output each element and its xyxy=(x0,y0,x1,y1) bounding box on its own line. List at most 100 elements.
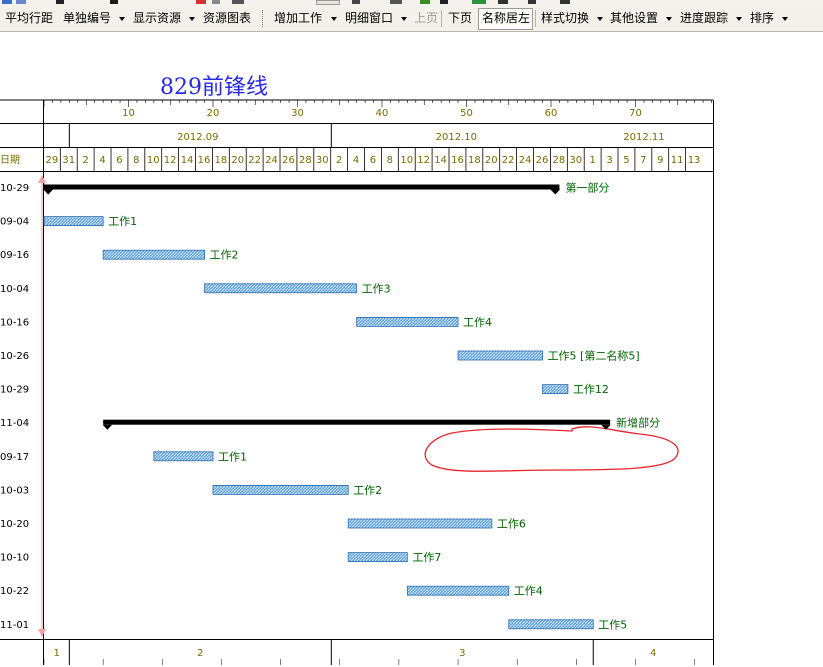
add-work-menu[interactable]: 增加工作 xyxy=(274,7,322,30)
chevron-down-icon xyxy=(119,17,125,21)
chevron-down-icon xyxy=(597,17,603,21)
chevron-down-icon xyxy=(331,17,337,21)
task-bar[interactable] xyxy=(508,619,594,630)
ruler-label: 30 xyxy=(291,108,304,119)
day-label: 24 xyxy=(519,155,532,166)
resource-chart-button[interactable]: 资源图表 xyxy=(203,7,251,30)
row-date: 10-29 xyxy=(0,183,29,194)
summary-label: 新增部分 xyxy=(616,416,660,430)
row-date: 09-16 xyxy=(0,250,29,261)
task-bar[interactable] xyxy=(347,518,493,529)
task-label: 工作4 xyxy=(514,585,543,598)
ruler-label: 70 xyxy=(629,108,642,119)
ruler-label: 60 xyxy=(545,108,558,119)
row-date: 09-04 xyxy=(0,217,29,228)
summary-start-marker xyxy=(102,424,113,430)
day-label: 22 xyxy=(248,155,261,166)
avg-line-spacing-button[interactable]: 平均行距 xyxy=(5,7,53,30)
day-label: 6 xyxy=(370,155,376,166)
day-label: 30 xyxy=(316,155,329,166)
task-label: 工作12 xyxy=(573,383,609,396)
bottom-scale-label: 2 xyxy=(197,648,203,659)
row-date: 11-01 xyxy=(0,620,29,631)
day-label: 20 xyxy=(485,155,498,166)
task-label: 工作2 xyxy=(210,249,239,262)
day-label: 28 xyxy=(552,155,565,166)
today-arrow-up-icon xyxy=(38,175,46,183)
task-label: 工作5 [第二名称5] xyxy=(548,349,640,363)
summary-bar[interactable] xyxy=(44,184,560,190)
day-label: 16 xyxy=(451,155,464,166)
toolbar-separator xyxy=(535,10,536,27)
summary-end-marker xyxy=(550,189,560,195)
bottom-scale-label: 1 xyxy=(53,648,59,659)
month-label: 2012.11 xyxy=(623,132,664,143)
day-label: 29 xyxy=(45,155,58,166)
chevron-down-icon xyxy=(401,17,407,21)
task-label: 工作4 xyxy=(463,316,492,329)
day-label: 18 xyxy=(214,155,227,166)
day-label: 20 xyxy=(231,155,244,166)
task-bar[interactable] xyxy=(347,552,408,563)
task-bar[interactable] xyxy=(204,283,358,294)
task-bar[interactable] xyxy=(542,384,569,395)
chevron-down-icon xyxy=(736,17,742,21)
sort-menu[interactable]: 排序 xyxy=(750,7,774,30)
day-label: 10 xyxy=(400,155,413,166)
day-label: 12 xyxy=(417,155,430,166)
task-label: 工作1 xyxy=(108,215,137,228)
task-label: 工作6 xyxy=(497,518,526,531)
day-label: 14 xyxy=(434,155,447,166)
row-date: 10-20 xyxy=(0,519,29,530)
day-label: 16 xyxy=(198,155,211,166)
summary-start-marker xyxy=(43,189,53,195)
ruler-label: 40 xyxy=(376,108,389,119)
show-resources-menu[interactable]: 显示资源 xyxy=(133,7,181,30)
day-label: 2 xyxy=(82,155,88,166)
summary-bar[interactable] xyxy=(103,419,611,425)
day-label: 2 xyxy=(336,155,342,166)
chevron-down-icon xyxy=(666,17,672,21)
row-date: 10-22 xyxy=(0,586,29,597)
ruler-label: 20 xyxy=(207,108,220,119)
toolbar-grip[interactable] xyxy=(262,10,265,27)
task-label: 工作7 xyxy=(412,551,441,564)
task-bar[interactable] xyxy=(406,585,510,596)
progress-tracking-menu[interactable]: 进度跟踪 xyxy=(680,7,728,30)
task-bar[interactable] xyxy=(43,216,104,226)
day-label: 18 xyxy=(468,155,481,166)
separate-numbering-menu[interactable]: 单独编号 xyxy=(63,7,111,30)
row-date: 10-26 xyxy=(0,351,29,362)
name-left-toggle[interactable]: 名称居左 xyxy=(482,7,530,30)
other-settings-menu[interactable]: 其他设置 xyxy=(610,7,658,30)
task-bar[interactable] xyxy=(356,316,459,327)
summary-label: 第一部分 xyxy=(565,181,609,195)
toolbar: 平均行距 单独编号 显示资源 资源图表 增加工作 明细窗口 上页 下页 名称居左… xyxy=(0,7,823,32)
task-bar[interactable] xyxy=(153,451,214,462)
task-bar[interactable] xyxy=(457,350,543,361)
row-date: 10-04 xyxy=(0,284,29,295)
day-label: 4 xyxy=(353,155,359,166)
day-label: 22 xyxy=(502,155,515,166)
day-label: 4 xyxy=(99,155,105,166)
day-label: 5 xyxy=(623,155,629,166)
day-header-label: 日期 xyxy=(0,154,20,166)
row-date: 10-29 xyxy=(0,385,29,396)
detail-window-menu[interactable]: 明细窗口 xyxy=(345,7,393,30)
month-label: 2012.09 xyxy=(177,132,218,143)
task-label: 工作2 xyxy=(353,484,382,497)
task-bar[interactable] xyxy=(212,484,349,495)
day-label: 6 xyxy=(116,155,122,166)
next-page-button[interactable]: 下页 xyxy=(448,7,472,30)
gantt-chart[interactable]: 10 20 30 40 50 60 702012.09 2012.10 2012.11日期 29 3… xyxy=(0,99,823,667)
day-label: 26 xyxy=(282,155,295,166)
task-label: 工作3 xyxy=(362,282,391,295)
row-date: 10-16 xyxy=(0,317,29,328)
highlight-ring xyxy=(424,426,679,472)
task-bar[interactable] xyxy=(102,249,205,260)
row-date: 09-17 xyxy=(0,452,29,463)
prev-page-button[interactable]: 上页 xyxy=(414,7,438,30)
chevron-down-icon xyxy=(189,17,195,21)
style-switch-menu[interactable]: 样式切换 xyxy=(541,7,589,30)
day-label: 11 xyxy=(671,155,684,166)
